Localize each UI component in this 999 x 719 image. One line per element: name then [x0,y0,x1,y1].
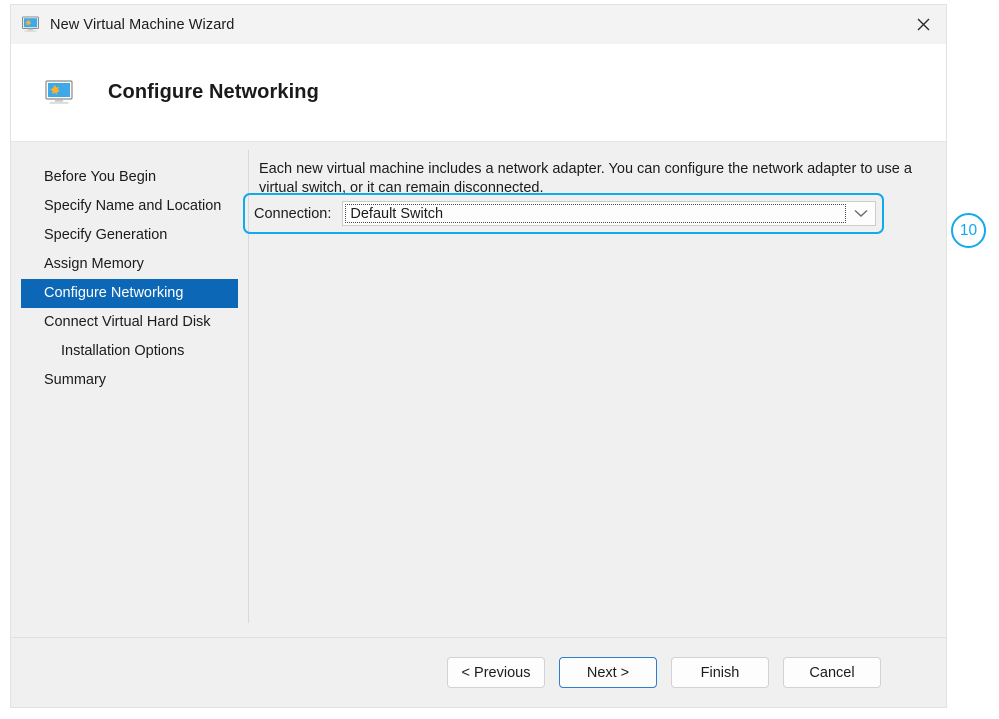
sidebar-item-specify-generation[interactable]: Specify Generation [21,221,238,250]
window-title: New Virtual Machine Wizard [50,16,235,33]
virtual-machine-monitor-icon [44,78,74,108]
page-title: Configure Networking [108,81,319,103]
annotation-badge-10: 10 [951,213,986,248]
previous-button[interactable]: < Previous [447,657,545,688]
next-button[interactable]: Next > [559,657,657,688]
page-header: Configure Networking [11,44,946,142]
wizard-body: Before You Begin Specify Name and Locati… [11,142,946,637]
connection-row: Connection: Default Switch [243,193,884,234]
wizard-steps-sidebar: Before You Begin Specify Name and Locati… [11,142,238,637]
new-virtual-machine-wizard-window: New Virtual Machine Wizard Configure Net… [10,4,947,708]
sidebar-item-summary[interactable]: Summary [21,366,238,395]
cancel-button[interactable]: Cancel [783,657,881,688]
close-icon [917,18,930,31]
wizard-footer: < Previous Next > Finish Cancel [11,637,946,707]
chevron-down-icon[interactable] [847,202,875,225]
virtual-machine-monitor-icon [21,15,40,34]
connection-label: Connection: [254,205,332,222]
sidebar-item-connect-virtual-hard-disk[interactable]: Connect Virtual Hard Disk [21,308,238,337]
sidebar-item-installation-options[interactable]: Installation Options [21,337,238,366]
connection-selected-value: Default Switch [350,205,444,222]
close-button[interactable] [901,5,946,44]
connection-dropdown[interactable]: Default Switch [342,201,876,226]
sidebar-item-specify-name-and-location[interactable]: Specify Name and Location [21,192,238,221]
finish-button[interactable]: Finish [671,657,769,688]
title-bar: New Virtual Machine Wizard [11,5,946,44]
sidebar-item-before-you-begin[interactable]: Before You Begin [21,163,238,192]
sidebar-item-assign-memory[interactable]: Assign Memory [21,250,238,279]
sidebar-item-configure-networking[interactable]: Configure Networking [21,279,238,308]
content-pane: Each new virtual machine includes a netw… [238,142,946,637]
